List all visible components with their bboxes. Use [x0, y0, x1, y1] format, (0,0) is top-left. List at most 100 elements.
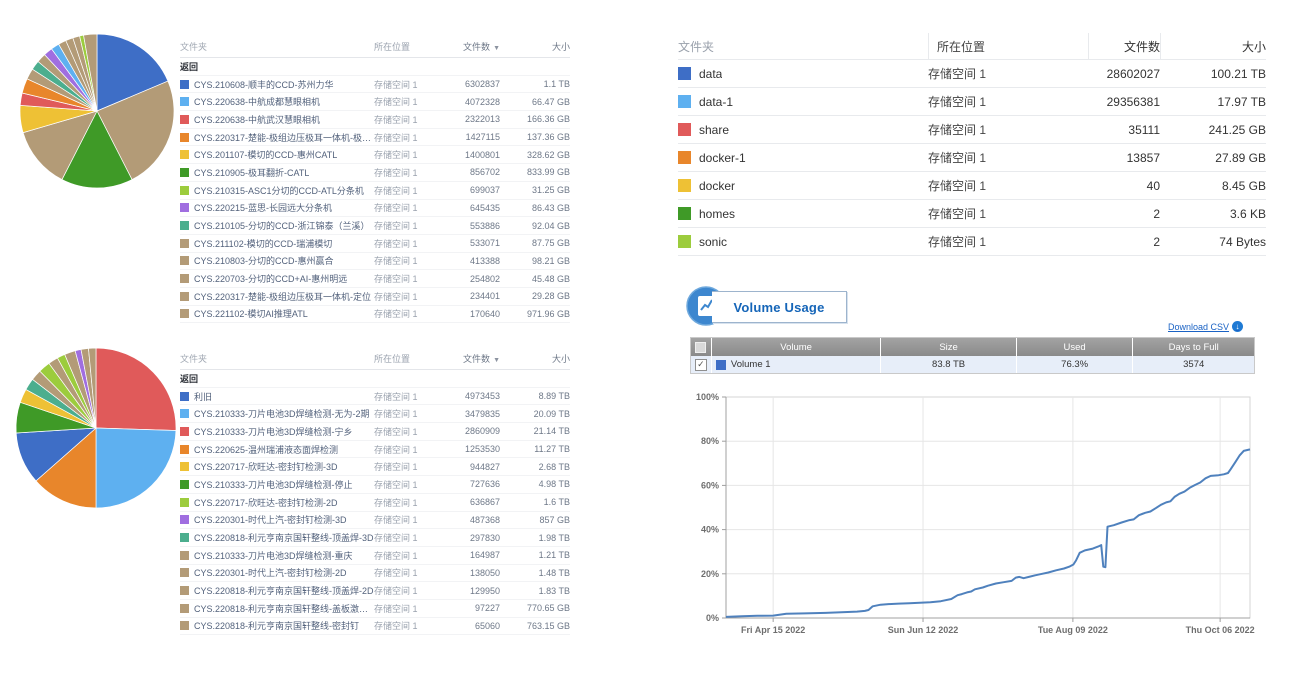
folder-name[interactable]: CYS.220717-欣旺达-密封钉检测-2D: [194, 496, 338, 509]
column-header-location[interactable]: 所在位置: [374, 352, 440, 365]
folder-row[interactable]: docker-1存储空间 11385727.89 GB: [678, 144, 1266, 172]
column-header-location[interactable]: 所在位置: [374, 40, 440, 53]
folder-row[interactable]: CYS.210333-刀片电池3D焊缝检测-重庆存储空间 11649871.21…: [180, 547, 570, 565]
folder-name[interactable]: CYS.220215-蓝思-长园远大分条机: [194, 201, 332, 214]
folder-row[interactable]: CYS.210333-刀片电池3D焊缝检测-宁乡存储空间 1286090921.…: [180, 423, 570, 441]
folder-name[interactable]: CYS.210333-刀片电池3D焊缝检测-停止: [194, 478, 353, 491]
folder-name[interactable]: 利旧: [194, 390, 212, 403]
folder-row[interactable]: CYS.220638-中航武汉慧眼相机存储空间 12322013166.36 G…: [180, 111, 570, 129]
folder-name[interactable]: CYS.220717-欣旺达-密封钉检测-3D: [194, 460, 338, 473]
folder-row[interactable]: sonic存储空间 1274 Bytes: [678, 228, 1266, 256]
folder-name[interactable]: CYS.220638-中航武汉慧眼相机: [194, 113, 320, 126]
column-header-folder[interactable]: 文件夹: [180, 352, 374, 365]
back-row[interactable]: 返回: [180, 370, 570, 388]
folder-name[interactable]: CYS.220301-时代上汽-密封钉检测-3D: [194, 513, 347, 526]
folder-name[interactable]: share: [699, 123, 729, 137]
folder-row[interactable]: CYS.220818-利元亨南京国轩整线-盖板激光焊缝-...存储空间 1972…: [180, 600, 570, 618]
folder-row[interactable]: CYS.220317-楚能-极组边压极耳一体机-定位存储空间 123440129…: [180, 288, 570, 306]
folder-name[interactable]: CYS.210105-分切的CCD-浙江锦泰（兰溪）: [194, 219, 370, 232]
folder-row[interactable]: CYS.201107-模切的CCD-惠州CATL存储空间 11400801328…: [180, 146, 570, 164]
download-icon[interactable]: ↓: [1232, 321, 1243, 332]
folder-name[interactable]: CYS.210905-极耳翻折-CATL: [194, 166, 309, 179]
folder-row[interactable]: CYS.220317-楚能-极组边压极耳一体机-极组检测存储空间 1142711…: [180, 129, 570, 147]
folder-name[interactable]: CYS.210333-刀片电池3D焊缝检测-宁乡: [194, 425, 353, 438]
folder-name[interactable]: CYS.220301-时代上汽-密封钉检测-2D: [194, 566, 347, 579]
folder-name[interactable]: CYS.220625-温州瑞浦液态面焊检测: [194, 443, 338, 456]
column-header-folder[interactable]: 文件夹: [678, 38, 928, 55]
column-header-size[interactable]: 大小: [500, 352, 570, 365]
column-header-size[interactable]: 大小: [500, 40, 570, 53]
column-header-used[interactable]: Used: [1016, 338, 1133, 356]
folder-row[interactable]: CYS.220625-温州瑞浦液态面焊检测存储空间 1125353011.27 …: [180, 441, 570, 459]
folder-row[interactable]: CYS.220717-欣旺达-密封钉检测-2D存储空间 16368671.6 T…: [180, 494, 570, 512]
folder-size: 763.15 GB: [500, 621, 570, 631]
column-header-days-to-full[interactable]: Days to Full: [1132, 338, 1254, 356]
volume-row[interactable]: ✓ Volume 1 83.8 TB 76.3% 3574: [691, 356, 1254, 373]
folder-row[interactable]: CYS.220818-利元亨南京国轩整线-顶盖焊-2D存储空间 11299501…: [180, 582, 570, 600]
folder-name[interactable]: CYS.221102-模切AI推理ATL: [194, 307, 308, 320]
folder-row[interactable]: data存储空间 128602027100.21 TB: [678, 60, 1266, 88]
folder-name[interactable]: CYS.220818-利元亨南京国轩整线-顶盖焊-3D: [194, 531, 374, 544]
folder-row[interactable]: CYS.220301-时代上汽-密封钉检测-3D存储空间 1487368857 …: [180, 512, 570, 530]
folder-name[interactable]: CYS.201107-模切的CCD-惠州CATL: [194, 148, 337, 161]
folder-row[interactable]: CYS.210315-ASC1分切的CCD-ATL分条机存储空间 1699037…: [180, 182, 570, 200]
pie-slice[interactable]: [96, 348, 176, 431]
column-header-size[interactable]: Size: [880, 338, 1016, 356]
folder-name[interactable]: CYS.210333-刀片电池3D焊缝检测-重庆: [194, 549, 353, 562]
folder-row[interactable]: homes存储空间 123.6 KB: [678, 200, 1266, 228]
folder-row[interactable]: CYS.210105-分切的CCD-浙江锦泰（兰溪）存储空间 155388692…: [180, 217, 570, 235]
folder-row[interactable]: 利旧存储空间 149734538.89 TB: [180, 388, 570, 406]
back-link[interactable]: 返回: [180, 372, 198, 385]
folder-row[interactable]: CYS.220215-蓝思-长园远大分条机存储空间 164543586.43 G…: [180, 200, 570, 218]
folder-name[interactable]: CYS.210803-分切的CCD-惠州赢合: [194, 254, 334, 267]
folder-name[interactable]: docker: [699, 179, 735, 193]
folder-name[interactable]: CYS.220317-楚能-极组边压极耳一体机-极组检测: [194, 131, 374, 144]
back-row[interactable]: 返回: [180, 58, 570, 76]
select-all-checkbox[interactable]: [695, 342, 706, 353]
folder-name[interactable]: CYS.220703-分切的CCD+AI-惠州明远: [194, 272, 347, 285]
folder-row[interactable]: CYS.220818-利元亨南京国轩整线-顶盖焊-3D存储空间 12978301…: [180, 529, 570, 547]
column-header-volume[interactable]: Volume: [711, 338, 880, 356]
column-header-location[interactable]: 所在位置: [928, 33, 1088, 59]
folder-name[interactable]: CYS.220638-中航成都慧眼相机: [194, 95, 320, 108]
folder-row[interactable]: CYS.220301-时代上汽-密封钉检测-2D存储空间 11380501.48…: [180, 565, 570, 583]
column-header-size[interactable]: 大小: [1160, 33, 1266, 59]
folder-row[interactable]: CYS.210608-顺丰的CCD-苏州力华存储空间 163028371.1 T…: [180, 76, 570, 94]
folder-row[interactable]: share存储空间 135111241.25 GB: [678, 116, 1266, 144]
folder-name[interactable]: CYS.210608-顺丰的CCD-苏州力华: [194, 78, 334, 91]
folder-row[interactable]: CYS.210333-刀片电池3D焊缝检测-停止存储空间 17276364.98…: [180, 476, 570, 494]
column-header-files[interactable]: 文件数: [1088, 33, 1160, 59]
folder-name[interactable]: docker-1: [699, 151, 746, 165]
column-header-folder[interactable]: 文件夹: [180, 40, 374, 53]
folder-row[interactable]: CYS.220703-分切的CCD+AI-惠州明远存储空间 125480245.…: [180, 270, 570, 288]
back-link[interactable]: 返回: [180, 60, 198, 73]
folder-name[interactable]: CYS.220818-利元亨南京国轩整线-密封钉: [194, 619, 359, 632]
column-header-files[interactable]: 文件数▼: [440, 352, 500, 365]
folder-row[interactable]: CYS.210333-刀片电池3D焊缝检测-无为-2期存储空间 13479835…: [180, 405, 570, 423]
folder-row[interactable]: CYS.220638-中航成都慧眼相机存储空间 1407232866.47 GB: [180, 93, 570, 111]
folder-name[interactable]: homes: [699, 207, 735, 221]
pie-slice[interactable]: [96, 428, 176, 508]
folder-name[interactable]: CYS.220818-利元亨南京国轩整线-顶盖焊-2D: [194, 584, 374, 597]
folder-row[interactable]: CYS.221102-模切AI推理ATL存储空间 1170640971.96 G…: [180, 306, 570, 324]
folder-row[interactable]: CYS.220818-利元亨南京国轩整线-密封钉存储空间 165060763.1…: [180, 618, 570, 636]
folder-row[interactable]: CYS.210905-极耳翻折-CATL存储空间 1856702833.99 G…: [180, 164, 570, 182]
folder-row[interactable]: CYS.220717-欣旺达-密封钉检测-3D存储空间 19448272.68 …: [180, 458, 570, 476]
download-csv-link[interactable]: Download CSV ↓: [1168, 321, 1243, 332]
folder-name[interactable]: data-1: [699, 95, 733, 109]
folder-name[interactable]: CYS.220818-利元亨南京国轩整线-盖板激光焊缝-...: [194, 602, 374, 615]
folder-row[interactable]: docker存储空间 1408.45 GB: [678, 172, 1266, 200]
column-header-files[interactable]: 文件数▼: [440, 40, 500, 53]
folder-name[interactable]: sonic: [699, 235, 727, 249]
volume-row-checkbox[interactable]: ✓: [695, 359, 707, 371]
folder-row[interactable]: CYS.211102-模切的CCD-瑞浦模切存储空间 153307187.75 …: [180, 235, 570, 253]
download-csv-label[interactable]: Download CSV: [1168, 322, 1229, 332]
folder-name[interactable]: CYS.211102-模切的CCD-瑞浦模切: [194, 237, 332, 250]
folder-row[interactable]: data-1存储空间 12935638117.97 TB: [678, 88, 1266, 116]
select-all-cell[interactable]: [691, 338, 711, 356]
folder-row[interactable]: CYS.210803-分切的CCD-惠州赢合存储空间 141338898.21 …: [180, 253, 570, 271]
folder-name[interactable]: CYS.220317-楚能-极组边压极耳一体机-定位: [194, 290, 371, 303]
folder-name[interactable]: CYS.210315-ASC1分切的CCD-ATL分条机: [194, 184, 364, 197]
folder-name[interactable]: CYS.210333-刀片电池3D焊缝检测-无为-2期: [194, 407, 370, 420]
folder-name[interactable]: data: [699, 67, 722, 81]
